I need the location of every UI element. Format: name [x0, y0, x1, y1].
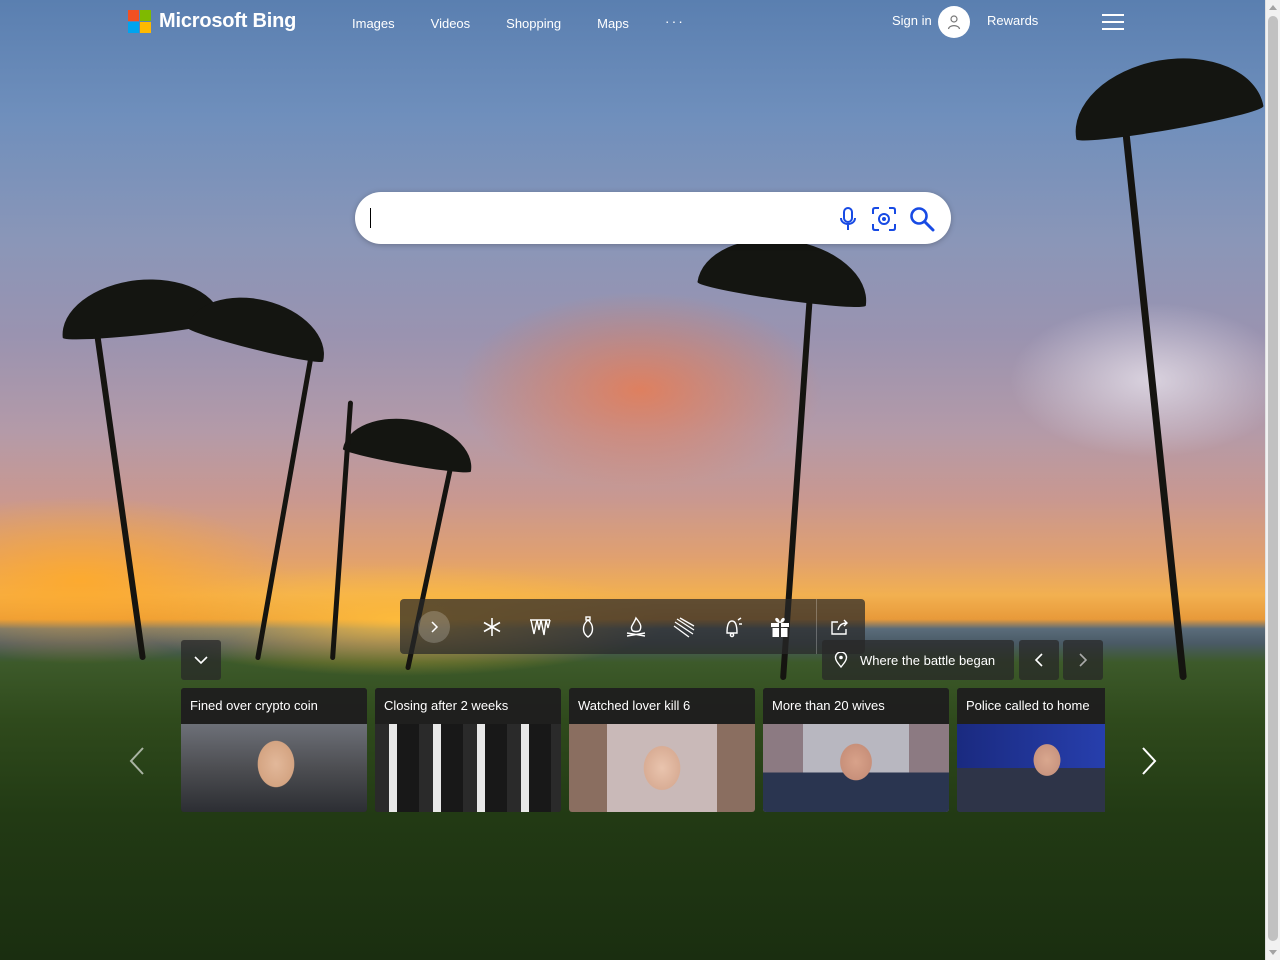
background-image [0, 0, 1265, 960]
palm-trunk [330, 400, 354, 661]
news-card-title: Closing after 2 weeks [375, 688, 561, 724]
news-card-title: Police called to home [957, 688, 1105, 724]
news-card-title: Watched lover kill 6 [569, 688, 755, 724]
news-card-image [569, 724, 755, 812]
news-card-image [763, 724, 949, 812]
gift-icon[interactable] [768, 615, 792, 639]
chevron-left-icon [129, 747, 144, 775]
news-next-button[interactable] [1134, 744, 1164, 778]
previous-image-button[interactable] [1019, 640, 1059, 680]
chevron-left-icon [1034, 653, 1043, 667]
news-card[interactable]: Fined over crypto coin [181, 688, 367, 812]
text-cursor [370, 208, 371, 228]
rewards-link[interactable]: Rewards [987, 13, 1038, 28]
palm-fronds [342, 409, 478, 476]
nav-shopping[interactable]: Shopping [506, 16, 561, 31]
wind-icon[interactable] [672, 615, 696, 639]
palm-trunk [92, 322, 146, 661]
news-card-title: More than 20 wives [763, 688, 949, 724]
fire-icon[interactable] [624, 615, 648, 639]
icicles-icon[interactable] [528, 615, 552, 639]
news-carousel: Fined over crypto coin Closing after 2 w… [181, 688, 1105, 812]
news-card[interactable]: Watched lover kill 6 [569, 688, 755, 812]
scrollbar-thumb[interactable] [1268, 16, 1278, 941]
chevron-right-icon[interactable] [418, 611, 450, 643]
logo-text: Microsoft Bing [159, 10, 297, 32]
chevron-down-icon [194, 656, 208, 665]
avatar[interactable] [938, 6, 970, 38]
bell-icon[interactable] [720, 615, 744, 639]
page-scrollbar[interactable] [1265, 0, 1280, 960]
news-prev-button[interactable] [122, 744, 152, 778]
nav-images[interactable]: Images [352, 16, 395, 31]
microphone-icon[interactable] [835, 206, 861, 232]
chevron-right-icon [1079, 653, 1088, 667]
collapse-news-button[interactable] [181, 640, 221, 680]
search-icon[interactable] [909, 206, 935, 232]
next-image-button[interactable] [1063, 640, 1103, 680]
menu-icon[interactable] [1102, 14, 1124, 30]
news-card-title: Fined over crypto coin [181, 688, 367, 724]
palm-trunk [255, 334, 318, 661]
image-location-label: Where the battle began [860, 652, 996, 668]
image-location-button[interactable]: Where the battle began [822, 640, 1014, 680]
nav-videos[interactable]: Videos [431, 16, 471, 31]
share-icon[interactable] [828, 615, 852, 639]
news-card[interactable]: Police called to home [957, 688, 1105, 812]
nav-maps[interactable]: Maps [597, 16, 629, 31]
palm-trunk [1121, 122, 1187, 681]
themed-toolbar [400, 599, 865, 654]
news-card-image [957, 724, 1105, 812]
news-card[interactable]: Closing after 2 weeks [375, 688, 561, 812]
scroll-down-icon[interactable] [1269, 950, 1277, 955]
visual-search-icon[interactable] [871, 206, 897, 232]
bing-logo[interactable]: Microsoft Bing [128, 10, 296, 33]
location-pin-icon [834, 652, 848, 668]
microsoft-logo-icon [128, 10, 151, 33]
news-card[interactable]: More than 20 wives [763, 688, 949, 812]
top-nav: Images Videos Shopping Maps ··· [352, 13, 721, 31]
chevron-right-icon [1142, 747, 1157, 775]
scroll-up-icon[interactable] [1269, 5, 1277, 10]
sign-in-link[interactable]: Sign in [892, 13, 932, 28]
search-box[interactable] [355, 192, 951, 244]
ornament-icon[interactable] [576, 615, 600, 639]
snowflake-icon[interactable] [480, 615, 504, 639]
nav-more[interactable]: ··· [665, 13, 685, 31]
news-card-image [181, 724, 367, 812]
toolbar-divider [816, 599, 817, 654]
search-input[interactable] [371, 206, 811, 230]
palm-fronds [1065, 44, 1265, 146]
user-icon [947, 15, 961, 30]
news-card-image [375, 724, 561, 812]
